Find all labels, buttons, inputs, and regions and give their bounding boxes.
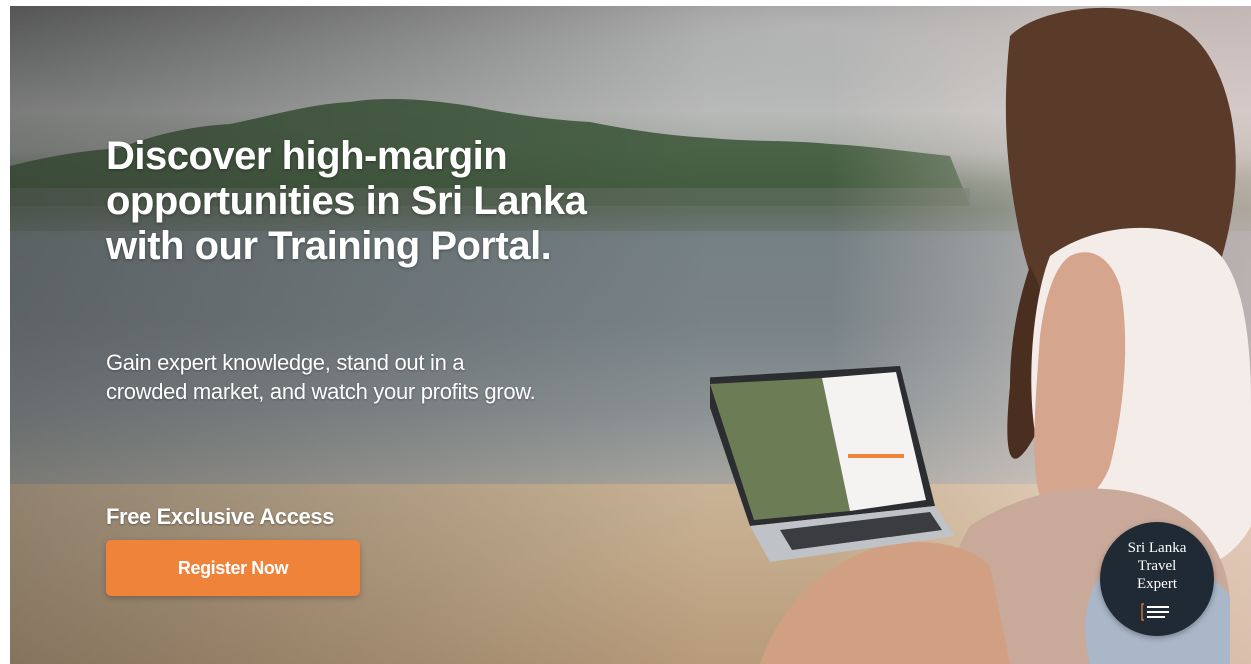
register-now-button[interactable]: Register Now [106, 540, 360, 596]
hero-banner: Discover high-margin opportunities in Sr… [10, 6, 1251, 664]
hero-subtext: Gain expert knowledge, stand out in a cr… [106, 350, 536, 404]
hero-headline: Discover high-margin opportunities in Sr… [106, 134, 587, 268]
tourism-alliance-logo-icon [1141, 603, 1169, 621]
badge-line-2: Travel [1137, 558, 1177, 574]
free-access-label: Free Exclusive Access [106, 504, 335, 529]
badge-line-1: Sri Lanka [1127, 540, 1187, 556]
badge-line-3: Expert [1137, 576, 1177, 592]
sri-lanka-travel-expert-badge: Sri Lanka Travel Expert [1100, 522, 1214, 636]
